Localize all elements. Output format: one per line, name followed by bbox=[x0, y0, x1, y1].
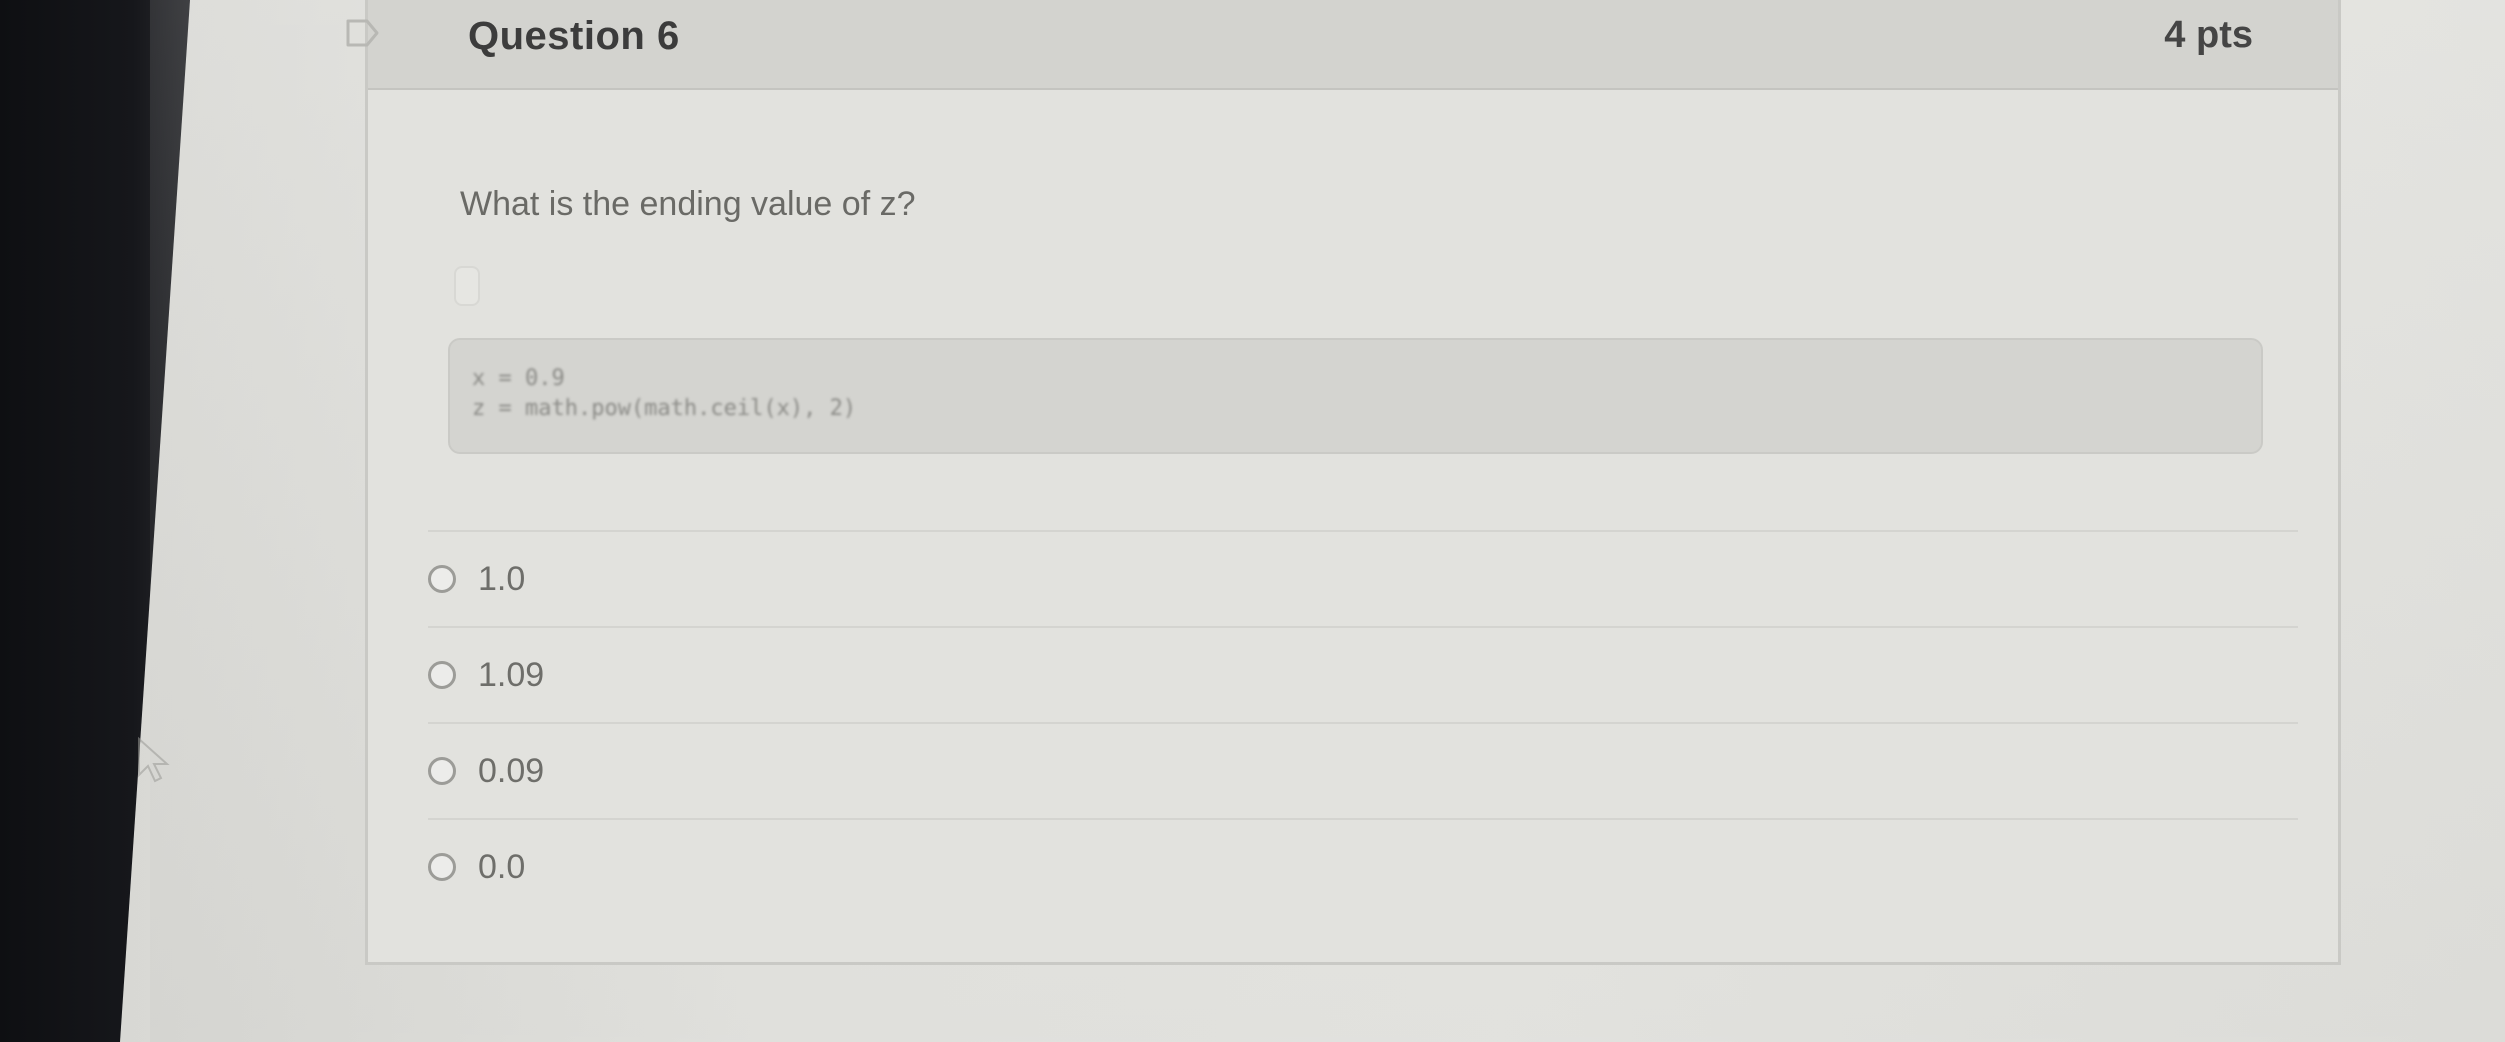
code-line-1: x = 0.9 bbox=[472, 366, 565, 391]
bookmark-flag-icon[interactable] bbox=[345, 18, 381, 48]
code-line-2: z = math.pow(math.ceil(x), 2) bbox=[472, 396, 857, 421]
screen: Question 6 4 pts What is the ending valu… bbox=[0, 0, 2505, 1042]
question-points: 4 pts bbox=[2164, 14, 2253, 56]
answer-label: 1.0 bbox=[478, 559, 526, 598]
answer-option-1[interactable]: 1.0 bbox=[428, 530, 2298, 626]
radio-circle-icon[interactable] bbox=[428, 565, 456, 593]
question-card: Question 6 4 pts What is the ending valu… bbox=[365, 0, 2341, 965]
mouse-cursor-icon bbox=[138, 736, 170, 783]
answer-label: 0.0 bbox=[478, 847, 526, 886]
answer-label: 0.09 bbox=[478, 751, 545, 790]
question-header: Question 6 4 pts bbox=[368, 0, 2338, 90]
question-prompt: What is the ending value of z? bbox=[460, 185, 916, 223]
answer-option-3[interactable]: 0.09 bbox=[428, 722, 2298, 818]
answer-list: 1.0 1.09 0.09 0.0 bbox=[428, 530, 2298, 914]
radio-circle-icon[interactable] bbox=[428, 853, 456, 881]
answer-option-2[interactable]: 1.09 bbox=[428, 626, 2298, 722]
radio-circle-icon[interactable] bbox=[428, 661, 456, 689]
answer-label: 1.09 bbox=[478, 655, 545, 694]
inline-placeholder bbox=[454, 266, 480, 306]
code-block: x = 0.9 z = math.pow(math.ceil(x), 2) bbox=[448, 338, 2263, 454]
radio-circle-icon[interactable] bbox=[428, 757, 456, 785]
question-title: Question 6 bbox=[468, 14, 680, 58]
answer-option-4[interactable]: 0.0 bbox=[428, 818, 2298, 914]
